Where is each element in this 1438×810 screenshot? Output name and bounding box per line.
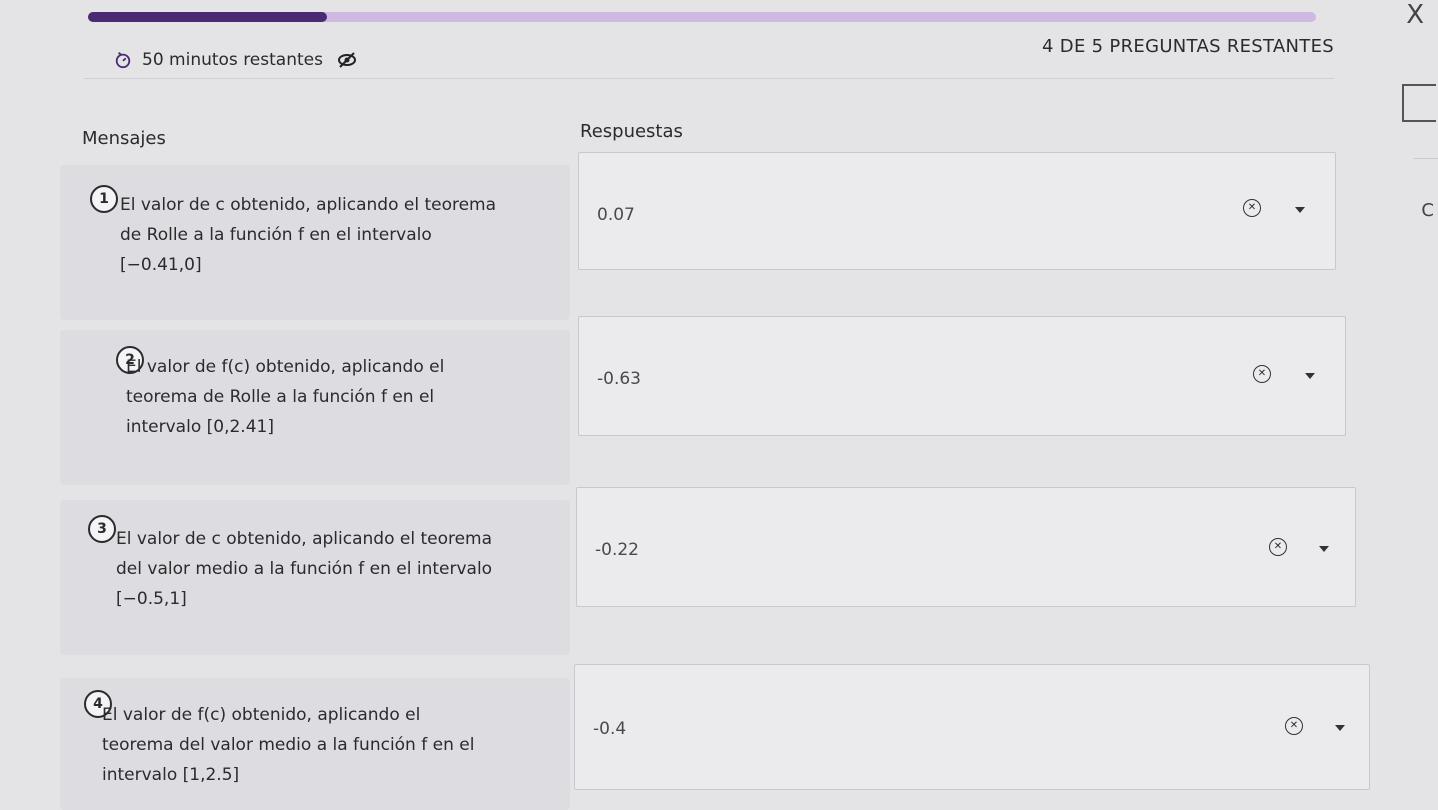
progress-bar xyxy=(88,12,1316,22)
clear-icon[interactable]: ✕ xyxy=(1269,538,1287,556)
answer-value: -0.63 xyxy=(597,369,641,389)
question-text: El valor de c obtenido, aplicando el teo… xyxy=(120,195,497,275)
caret-down-icon[interactable] xyxy=(1319,546,1329,552)
question-number: 3 xyxy=(88,515,116,543)
answer-select-1[interactable]: 0.07 ✕ xyxy=(578,152,1336,270)
questions-remaining: 4 DE 5 PREGUNTAS RESTANTES xyxy=(1042,36,1334,57)
clear-icon[interactable]: ✕ xyxy=(1253,365,1271,383)
answer-select-3[interactable]: -0.22 ✕ xyxy=(576,487,1356,607)
question-number: 1 xyxy=(90,185,118,213)
answer-select-2[interactable]: -0.63 ✕ xyxy=(578,316,1346,436)
question-text: El valor de c obtenido, aplicando el teo… xyxy=(116,529,493,609)
status-bar: 50 minutos restantes 4 DE 5 PREGUNTAS RE… xyxy=(84,36,1334,79)
close-icon[interactable]: X xyxy=(1406,0,1424,30)
clear-icon[interactable]: ✕ xyxy=(1285,717,1303,735)
question-text: El valor de f(c) obtenido, aplicando el … xyxy=(102,705,475,785)
edge-label: C xyxy=(1421,200,1434,221)
caret-down-icon[interactable] xyxy=(1305,373,1315,379)
question-text: El valor de f(c) obtenido, aplicando el … xyxy=(126,357,445,437)
timer-icon xyxy=(115,52,131,69)
caret-down-icon[interactable] xyxy=(1335,725,1345,731)
answers-heading: Respuestas xyxy=(580,121,683,142)
caret-down-icon[interactable] xyxy=(1295,207,1305,213)
answer-value: -0.22 xyxy=(595,540,639,560)
divider xyxy=(1414,158,1438,159)
eye-off-icon[interactable] xyxy=(337,50,357,70)
answer-select-4[interactable]: -0.4 ✕ xyxy=(574,664,1370,790)
messages-heading: Mensajes xyxy=(82,128,166,149)
answer-value: 0.07 xyxy=(597,205,635,225)
timer: 50 minutos restantes xyxy=(114,50,357,70)
progress-fill xyxy=(88,12,328,22)
timer-text: 50 minutos restantes xyxy=(142,50,323,70)
checkbox-icon[interactable] xyxy=(1402,84,1436,122)
answer-value: -0.4 xyxy=(593,719,627,739)
clear-icon[interactable]: ✕ xyxy=(1243,199,1261,217)
